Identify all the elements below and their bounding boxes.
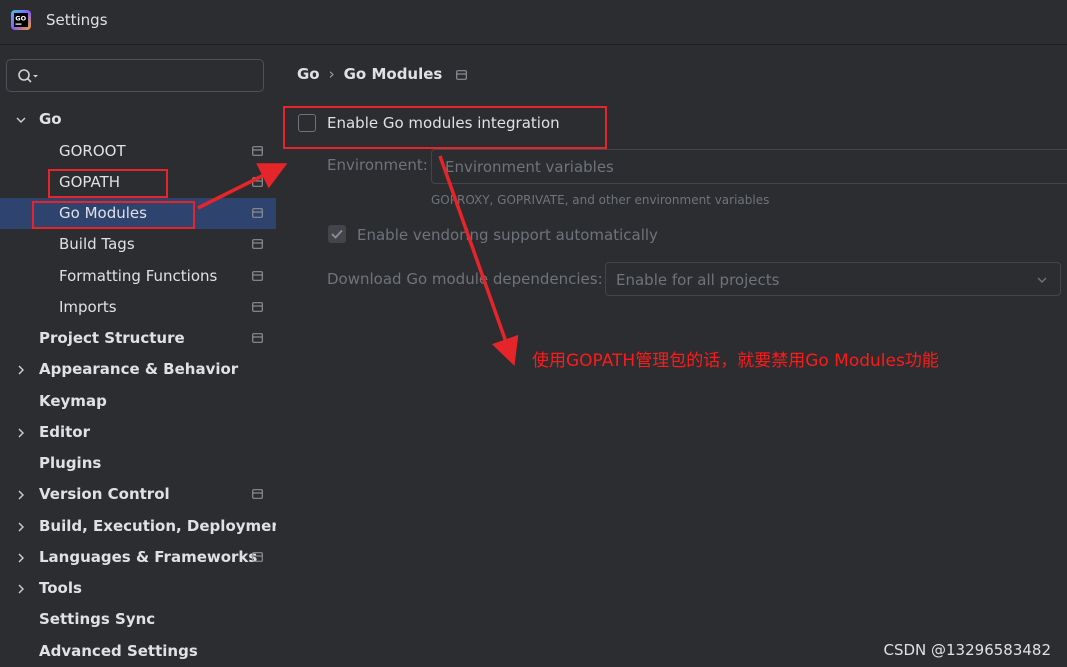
- sidebar-item-keymap[interactable]: Keymap: [0, 386, 276, 417]
- sidebar-item-label: Keymap: [39, 392, 107, 410]
- window-title: Settings: [46, 11, 108, 29]
- sidebar-item-languages-frameworks[interactable]: Languages & Frameworks: [0, 542, 276, 573]
- search-icon: [18, 69, 38, 83]
- sidebar-item-advanced-settings[interactable]: Advanced Settings: [0, 636, 276, 667]
- enable-go-modules-label[interactable]: Enable Go modules integration: [327, 114, 560, 132]
- sidebar-item-label: Plugins: [39, 454, 102, 472]
- search-input[interactable]: [6, 59, 264, 92]
- project-scope-icon: [252, 271, 263, 281]
- goland-icon: GO: [11, 10, 31, 30]
- chevron-right-icon[interactable]: [15, 573, 29, 604]
- sidebar-item-label: GOPATH: [59, 173, 121, 191]
- sidebar-item-label: Appearance & Behavior: [39, 360, 239, 378]
- sidebar-item-go-modules[interactable]: Go Modules: [0, 198, 276, 229]
- enable-go-modules-checkbox[interactable]: [298, 114, 316, 132]
- project-scope-icon: [252, 552, 263, 562]
- chevron-down-icon: [1037, 277, 1047, 283]
- download-deps-label: Download Go module dependencies:: [327, 270, 603, 288]
- sidebar-item-label: Project Structure: [39, 329, 185, 347]
- sidebar-item-version-control[interactable]: Version Control: [0, 479, 276, 510]
- sidebar-item-label: Go Modules: [59, 204, 147, 222]
- vendoring-label: Enable vendoring support automatically: [357, 226, 658, 244]
- sidebar-item-settings-sync[interactable]: Settings Sync: [0, 604, 276, 635]
- sidebar-item-gopath[interactable]: GOPATH: [0, 167, 276, 198]
- download-deps-selected: Enable for all projects: [616, 271, 780, 289]
- sidebar-item-tools[interactable]: Tools: [0, 573, 276, 604]
- sidebar-item-label: Formatting Functions: [59, 267, 218, 285]
- sidebar-item-goroot[interactable]: GOROOT: [0, 136, 276, 167]
- sidebar-item-label: Build, Execution, Deployment: [39, 517, 290, 535]
- chevron-right-icon[interactable]: [15, 479, 29, 510]
- project-scope-icon: [252, 239, 263, 249]
- sidebar-item-label: Go: [39, 110, 62, 128]
- project-scope-icon: [252, 489, 263, 499]
- sidebar-item-label: GOROOT: [59, 142, 126, 160]
- environment-placeholder: Environment variables: [445, 158, 614, 176]
- sidebar-item-label: Advanced Settings: [39, 642, 198, 660]
- sidebar-item-editor[interactable]: Editor: [0, 417, 276, 448]
- vendoring-checkbox[interactable]: [328, 225, 346, 243]
- download-deps-dropdown[interactable]: Enable for all projects: [605, 262, 1061, 296]
- chevron-right-icon[interactable]: [15, 417, 29, 448]
- chevron-down-icon[interactable]: [15, 104, 29, 135]
- breadcrumb-item: Go Modules: [343, 65, 443, 83]
- chevron-right-icon[interactable]: [15, 542, 29, 573]
- environment-hint: GOPROXY, GOPRIVATE, and other environmen…: [431, 193, 770, 207]
- breadcrumb-item[interactable]: Go: [297, 65, 320, 83]
- project-scope-icon: [252, 208, 263, 218]
- sidebar-item-label: Editor: [39, 423, 90, 441]
- environment-variables-input[interactable]: Environment variables: [431, 149, 1067, 184]
- sidebar-item-appearance-behavior[interactable]: Appearance & Behavior: [0, 354, 276, 385]
- sidebar-item-label: Languages & Frameworks: [39, 548, 258, 566]
- project-scope-icon: [252, 177, 263, 187]
- project-scope-icon: [252, 146, 263, 156]
- breadcrumb: Go › Go Modules: [297, 65, 442, 83]
- chevron-right-icon[interactable]: [15, 354, 29, 385]
- project-scope-icon: [252, 302, 263, 312]
- title-bar: GO Settings: [0, 0, 1067, 45]
- watermark: CSDN @13296583482: [883, 641, 1051, 659]
- svg-text:GO: GO: [15, 15, 26, 23]
- project-scope-icon: [456, 70, 467, 80]
- annotation-text: 使用GOPATH管理包的话，就要禁用Go Modules功能: [532, 351, 939, 371]
- sidebar-item-label: Version Control: [39, 485, 170, 503]
- sidebar-item-build-execution-deployment[interactable]: Build, Execution, Deployment: [0, 511, 289, 542]
- sidebar-item-go[interactable]: Go: [0, 104, 276, 135]
- sidebar-item-imports[interactable]: Imports: [0, 292, 276, 323]
- sidebar-item-project-structure[interactable]: Project Structure: [0, 323, 276, 354]
- settings-sidebar: Go GOROOT GOPATH Go Modules Build Tags F…: [0, 45, 289, 667]
- project-scope-icon: [252, 333, 263, 343]
- breadcrumb-separator: ›: [328, 65, 335, 83]
- sidebar-item-formatting-functions[interactable]: Formatting Functions: [0, 261, 276, 292]
- sidebar-item-label: Imports: [59, 298, 117, 316]
- sidebar-item-label: Build Tags: [59, 235, 135, 253]
- sidebar-item-build-tags[interactable]: Build Tags: [0, 229, 276, 260]
- environment-label: Environment:: [327, 156, 428, 174]
- sidebar-item-plugins[interactable]: Plugins: [0, 448, 276, 479]
- chevron-right-icon[interactable]: [15, 511, 29, 542]
- checkmark-icon: [331, 229, 343, 239]
- sidebar-item-label: Settings Sync: [39, 610, 156, 628]
- sidebar-item-label: Tools: [39, 579, 82, 597]
